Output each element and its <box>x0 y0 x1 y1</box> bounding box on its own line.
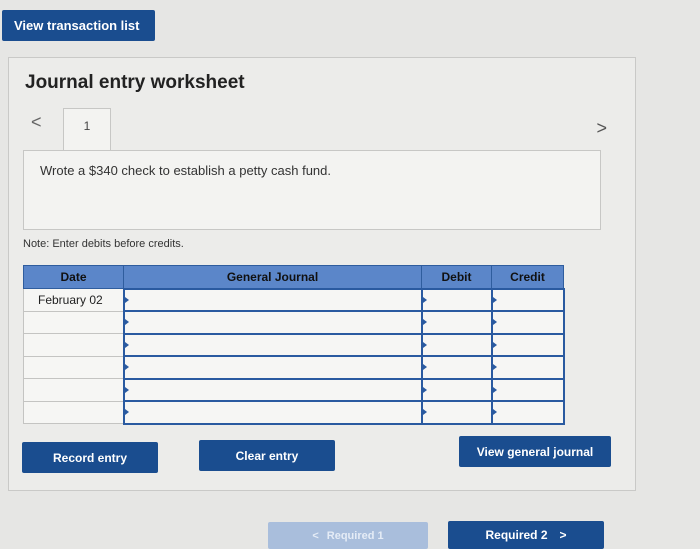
credit-input[interactable] <box>490 355 565 380</box>
credit-input[interactable] <box>490 287 565 312</box>
debit-input[interactable] <box>420 377 493 402</box>
table-row <box>23 355 565 380</box>
date-cell <box>23 400 124 424</box>
required-1-button[interactable]: < Required 1 <box>268 522 428 549</box>
table-row <box>23 332 565 357</box>
table-row <box>23 310 565 335</box>
credit-input[interactable] <box>490 310 565 335</box>
account-input[interactable] <box>122 287 423 312</box>
journal-table: Date General Journal Debit Credit Februa… <box>23 265 565 425</box>
credit-input[interactable] <box>490 400 565 425</box>
view-transaction-list-button[interactable]: View transaction list <box>2 10 155 41</box>
record-entry-button[interactable]: Record entry <box>22 442 158 473</box>
table-row: February 02 <box>23 287 565 312</box>
transaction-description: Wrote a $340 check to establish a petty … <box>40 163 331 178</box>
table-header-row: Date General Journal Debit Credit <box>23 265 564 289</box>
date-cell <box>23 378 124 402</box>
column-header-credit: Credit <box>491 265 564 289</box>
account-input[interactable] <box>122 332 423 357</box>
account-input[interactable] <box>122 310 423 335</box>
date-cell <box>23 310 124 334</box>
chevron-right-icon[interactable]: > <box>596 118 607 139</box>
column-header-debit: Debit <box>421 265 492 289</box>
page-tab-1[interactable]: 1 <box>63 108 111 150</box>
debit-input[interactable] <box>420 355 493 380</box>
chevron-left-icon: < <box>312 529 319 542</box>
date-cell: February 02 <box>23 288 124 312</box>
required-2-button[interactable]: Required 2 > <box>448 521 604 549</box>
chevron-right-icon: > <box>559 528 567 542</box>
journal-worksheet-panel: Journal entry worksheet < 1 > Wrote a $3… <box>8 57 636 491</box>
credit-input[interactable] <box>490 332 565 357</box>
credit-input[interactable] <box>490 377 565 402</box>
debit-input[interactable] <box>420 287 493 312</box>
page-title: Journal entry worksheet <box>25 72 245 93</box>
account-input[interactable] <box>122 355 423 380</box>
chevron-left-icon[interactable]: < <box>31 112 42 133</box>
column-header-general-journal: General Journal <box>123 265 422 289</box>
date-cell <box>23 333 124 357</box>
date-cell <box>23 355 124 379</box>
view-general-journal-button[interactable]: View general journal <box>459 436 611 467</box>
debit-input[interactable] <box>420 400 493 425</box>
note-text: Note: Enter debits before credits. <box>23 238 184 250</box>
transaction-description-box: Wrote a $340 check to establish a petty … <box>23 150 601 230</box>
debit-input[interactable] <box>420 310 493 335</box>
debit-input[interactable] <box>420 332 493 357</box>
account-input[interactable] <box>122 377 423 402</box>
account-input[interactable] <box>122 400 423 425</box>
clear-entry-button[interactable]: Clear entry <box>199 440 335 471</box>
required-1-label: Required 1 <box>326 529 384 542</box>
table-row <box>23 377 565 402</box>
table-row <box>23 400 565 425</box>
required-2-label: Required 2 <box>485 528 548 542</box>
column-header-date: Date <box>23 265 124 289</box>
